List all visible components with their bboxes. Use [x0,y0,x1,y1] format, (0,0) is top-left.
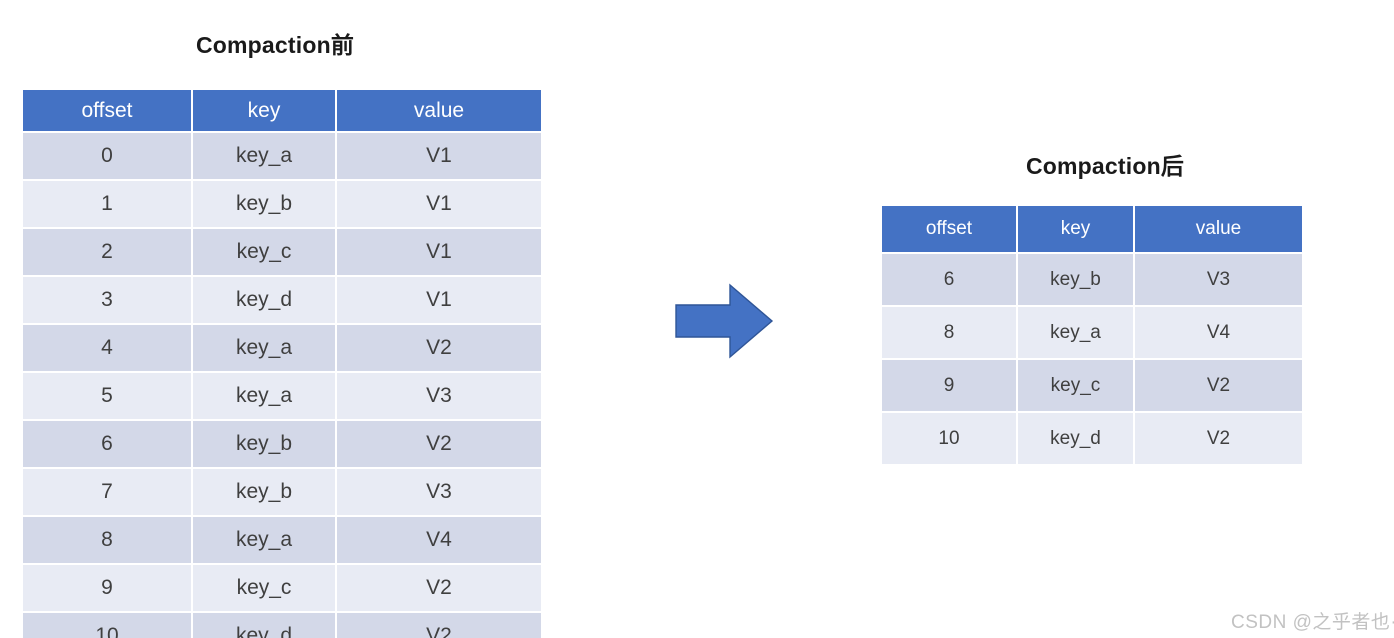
cell-value: V1 [337,229,541,275]
cell-value: V3 [337,373,541,419]
before-table-body: 0 key_a V1 1 key_b V1 2 key_c V1 3 key_d V1 4 key_a V2… [23,133,541,638]
column-header-offset: offset [882,206,1016,252]
cell-key: key_a [193,133,335,179]
table-row: 10 key_d V2 [23,613,541,638]
cell-offset: 8 [882,307,1016,358]
before-table-head: offset key value [23,90,541,131]
table-row: 1 key_b V1 [23,181,541,227]
cell-key: key_b [193,181,335,227]
cell-value: V1 [337,133,541,179]
after-table-head: offset key value [882,206,1302,252]
cell-value: V3 [337,469,541,515]
column-header-key: key [193,90,335,131]
after-compaction-table: offset key value 6 key_b V3 8 key_a V4 9 key_c V… [880,204,1304,466]
cell-value: V2 [337,613,541,638]
table-row: 3 key_d V1 [23,277,541,323]
cell-value: V2 [1135,360,1302,411]
cell-key: key_a [193,517,335,563]
cell-key: key_c [193,565,335,611]
cell-value: V1 [337,181,541,227]
cell-offset: 9 [882,360,1016,411]
table-row: 9 key_c V2 [23,565,541,611]
cell-offset: 1 [23,181,191,227]
cell-value: V3 [1135,254,1302,305]
table-row: 5 key_a V3 [23,373,541,419]
column-header-value: value [1135,206,1302,252]
cell-value: V2 [337,421,541,467]
column-header-value: value [337,90,541,131]
cell-value: V2 [1135,413,1302,464]
cell-key: key_a [193,325,335,371]
table-row: 6 key_b V2 [23,421,541,467]
cell-key: key_d [193,613,335,638]
right-arrow-icon [675,283,774,359]
column-header-key: key [1018,206,1133,252]
cell-offset: 4 [23,325,191,371]
table-row: 4 key_a V2 [23,325,541,371]
cell-value: V4 [337,517,541,563]
table-header-row: offset key value [882,206,1302,252]
cell-key: key_b [193,469,335,515]
cell-key: key_b [193,421,335,467]
cell-offset: 8 [23,517,191,563]
cell-offset: 10 [882,413,1016,464]
cell-key: key_c [1018,360,1133,411]
table-row: 2 key_c V1 [23,229,541,275]
before-compaction-table: offset key value 0 key_a V1 1 key_b V1 2 key_c V… [21,88,543,638]
cell-key: key_d [1018,413,1133,464]
cell-offset: 7 [23,469,191,515]
diagram-canvas: Compaction前 offset key value 0 key_a V1 1 ke… [0,0,1394,638]
after-table-title: Compaction后 [1025,153,1185,179]
cell-offset: 3 [23,277,191,323]
table-row: 8 key_a V4 [23,517,541,563]
cell-key: key_c [193,229,335,275]
csdn-watermark: CSDN @之乎者也· [1231,612,1394,633]
cell-key: key_b [1018,254,1133,305]
column-header-offset: offset [23,90,191,131]
table-row: 8 key_a V4 [882,307,1302,358]
cell-offset: 9 [23,565,191,611]
cell-key: key_a [1018,307,1133,358]
cell-value: V2 [337,325,541,371]
cell-offset: 2 [23,229,191,275]
table-row: 9 key_c V2 [882,360,1302,411]
cell-offset: 6 [882,254,1016,305]
cell-value: V1 [337,277,541,323]
cell-offset: 6 [23,421,191,467]
table-header-row: offset key value [23,90,541,131]
cell-key: key_a [193,373,335,419]
cell-value: V2 [337,565,541,611]
table-row: 0 key_a V1 [23,133,541,179]
cell-offset: 5 [23,373,191,419]
cell-offset: 0 [23,133,191,179]
cell-value: V4 [1135,307,1302,358]
after-table-body: 6 key_b V3 8 key_a V4 9 key_c V2 10 key_d V2 [882,254,1302,464]
table-row: 6 key_b V3 [882,254,1302,305]
before-table-title: Compaction前 [195,32,355,58]
table-row: 10 key_d V2 [882,413,1302,464]
cell-offset: 10 [23,613,191,638]
cell-key: key_d [193,277,335,323]
table-row: 7 key_b V3 [23,469,541,515]
